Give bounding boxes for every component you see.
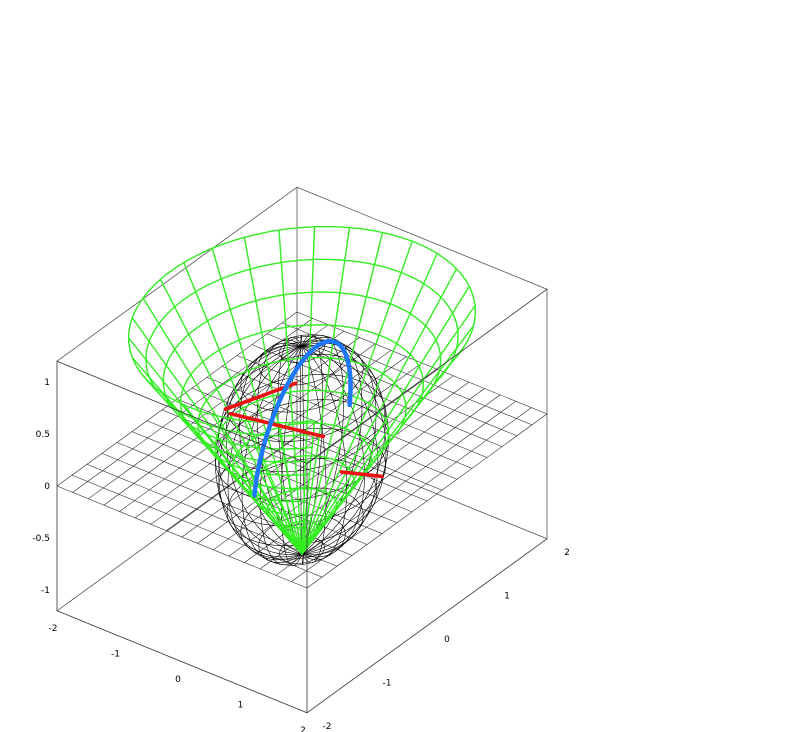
x-tick-label: 2 [300,726,306,732]
y-tick-label: 1 [504,591,510,601]
box-edge [296,436,548,540]
y-tick-label: -2 [323,722,332,732]
y-tick-label: 0 [444,635,450,645]
box-edge [56,610,308,714]
cone-ruling [301,268,458,555]
y-tick-label: -1 [383,678,392,688]
box-edge [56,186,298,362]
x-tick-label: -1 [111,649,120,659]
z-tick-label: 0 [44,482,50,492]
z-tick-label: 1 [44,378,50,388]
z-tick-label: -0.5 [32,534,50,544]
cone-ruling [301,285,470,555]
x-tick-label: 1 [238,700,244,710]
cone-ruling [301,324,475,555]
box-edge [306,538,548,714]
x-tick-label: 0 [175,675,181,685]
z-tick-label: 0.5 [36,430,50,440]
x-tick-label: -2 [49,624,58,634]
surface-plot-3d: -2 -1 0 1 2 -2 -1 0 1 2 -1 -0.5 0 0.5 1 [32,186,570,732]
cone-ruling [301,240,413,555]
z-tick-label: -1 [41,586,50,596]
red-curve-segment [339,470,384,479]
box-edge [296,186,548,290]
y-tick-label: 2 [564,548,570,558]
cone-surface-mesh [127,225,477,555]
